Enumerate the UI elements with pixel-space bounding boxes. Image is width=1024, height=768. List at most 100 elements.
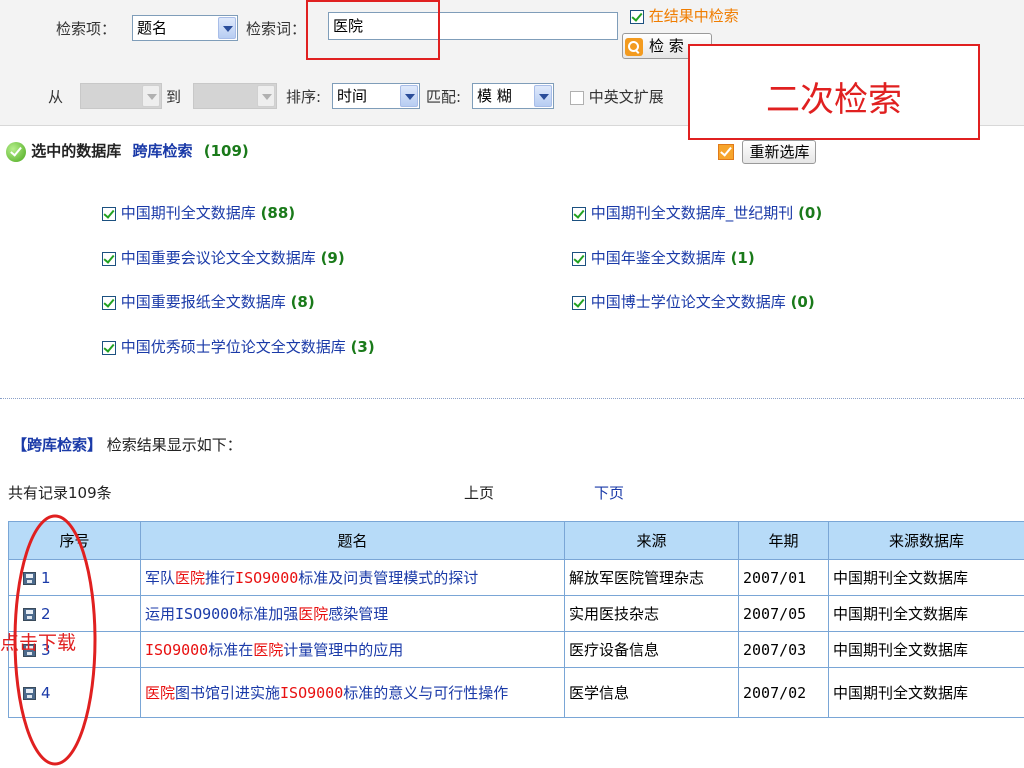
db-checkbox[interactable] xyxy=(102,340,116,355)
db-checkbox[interactable] xyxy=(102,251,116,266)
column-header-title[interactable]: 题名 xyxy=(140,521,565,560)
chevron-down-icon[interactable] xyxy=(400,85,418,107)
chevron-down-icon[interactable] xyxy=(142,85,160,107)
cell-issue: 2007/05 xyxy=(738,595,829,632)
cell-source: 实用医技杂志 xyxy=(564,595,739,632)
title-link[interactable]: ISO9000标准在医院计量管理中的应用 xyxy=(145,641,403,659)
cell-issue: 2007/02 xyxy=(738,667,829,718)
to-year-select[interactable] xyxy=(193,83,277,109)
in-results-checkbox[interactable] xyxy=(630,9,644,24)
results-body: 1 军队医院推行ISO9000标准及问责管理模式的探讨 解放军医院管理杂志 2007/… xyxy=(8,559,1024,718)
cn-en-option[interactable]: 中英文扩展 xyxy=(570,86,664,107)
column-header-source[interactable]: 来源 xyxy=(564,521,739,560)
db-total-count: (109) xyxy=(203,142,249,160)
cell-title[interactable]: 运用ISO9000标准加强医院感染管理 xyxy=(140,595,565,632)
cell-source: 医学信息 xyxy=(564,667,739,718)
match-select-value: 模 糊 xyxy=(477,87,512,105)
field-select[interactable]: 题名 xyxy=(132,15,238,41)
db-item[interactable]: 中国期刊全文数据库 (88) xyxy=(102,202,295,223)
cell-title[interactable]: 医院图书馆引进实施ISO9000标准的意义与可行性操作 xyxy=(140,667,565,718)
title-segment: 推行 xyxy=(205,569,236,587)
highlight-term: ISO9000 xyxy=(145,641,209,659)
title-link[interactable]: 军队医院推行ISO9000标准及问责管理模式的探讨 xyxy=(145,569,478,587)
db-count: (8) xyxy=(290,293,315,311)
reselect-button[interactable]: 重新选库 xyxy=(742,140,817,164)
title-segment: 标准在 xyxy=(208,641,254,659)
db-checkbox[interactable] xyxy=(102,206,116,221)
results-heading-bracket: 【跨库检索】 xyxy=(12,436,103,454)
table-row: 1 军队医院推行ISO9000标准及问责管理模式的探讨 解放军医院管理杂志 2007/… xyxy=(8,559,1024,596)
db-checkbox[interactable] xyxy=(572,295,586,310)
title-segment: 标准加强 xyxy=(238,605,299,623)
match-label: 匹配: xyxy=(426,88,462,106)
highlight-term: 医院 xyxy=(175,569,206,587)
table-row: 4 医院图书馆引进实施ISO9000标准的意义与可行性操作 医学信息 2007/02 中… xyxy=(8,667,1024,718)
in-results-label: 在结果中检索 xyxy=(648,7,739,25)
term-label: 检索词： xyxy=(246,20,307,38)
from-label: 从 xyxy=(48,88,64,106)
title-segment: 图书馆引进实施 xyxy=(175,684,281,702)
cell-title[interactable]: 军队医院推行ISO9000标准及问责管理模式的探讨 xyxy=(140,559,565,596)
sort-label: 排序: xyxy=(286,88,322,106)
title-segment: 军队 xyxy=(145,569,176,587)
cn-en-checkbox[interactable] xyxy=(570,90,584,105)
db-count: (0) xyxy=(798,204,823,222)
cross-search-link[interactable]: 跨库检索 xyxy=(132,142,192,160)
secondary-search-callout: 二次检索 xyxy=(688,44,980,140)
db-count: (88) xyxy=(260,204,296,222)
db-item[interactable]: 中国重要报纸全文数据库 (8) xyxy=(102,291,315,312)
db-name[interactable]: 中国重要报纸全文数据库 xyxy=(121,293,286,311)
db-name[interactable]: 中国重要会议论文全文数据库 xyxy=(121,249,316,267)
reselect-db[interactable]: 重新选库 xyxy=(718,140,817,164)
search-icon xyxy=(625,37,643,56)
db-count: (9) xyxy=(320,249,345,267)
results-heading-text: 检索结果显示如下： xyxy=(106,436,242,454)
column-header-issue[interactable]: 年期 xyxy=(738,521,829,560)
db-checkbox[interactable] xyxy=(572,251,586,266)
title-segment: 标准的意义与可行性操作 xyxy=(343,684,509,702)
db-name[interactable]: 中国期刊全文数据库 xyxy=(121,204,256,222)
db-name[interactable]: 中国博士学位论文全文数据库 xyxy=(591,293,786,311)
db-checkbox[interactable] xyxy=(572,206,586,221)
db-name[interactable]: 中国期刊全文数据库_世纪期刊 xyxy=(591,204,794,222)
table-row: 2 运用ISO9000标准加强医院感染管理 实用医技杂志 2007/05 中国期刊全文数… xyxy=(8,595,1024,632)
prev-page-link[interactable]: 上页 xyxy=(464,482,494,503)
click-download-text: 点击下载 xyxy=(0,632,77,654)
cell-source: 解放军医院管理杂志 xyxy=(564,559,739,596)
title-segment: 感染管理 xyxy=(328,605,389,623)
table-row: 3 ISO9000标准在医院计量管理中的应用 医疗设备信息 2007/03 中国期刊全文… xyxy=(8,631,1024,668)
term-highlight-box xyxy=(306,0,440,60)
db-name[interactable]: 中国年鉴全文数据库 xyxy=(591,249,726,267)
chevron-down-icon[interactable] xyxy=(218,17,236,39)
cell-source: 医疗设备信息 xyxy=(564,631,739,668)
highlight-term: 医院 xyxy=(145,684,176,702)
column-header-db[interactable]: 来源数据库 xyxy=(828,521,1024,560)
section-divider xyxy=(0,398,1024,399)
db-name[interactable]: 中国优秀硕士学位论文全文数据库 xyxy=(121,338,346,356)
checkmark-icon xyxy=(6,141,26,162)
from-year-select[interactable] xyxy=(80,83,162,109)
db-item[interactable]: 中国重要会议论文全文数据库 (9) xyxy=(102,247,345,268)
next-page-link[interactable]: 下页 xyxy=(594,482,624,503)
search-button-label: 检 索 xyxy=(649,37,684,55)
title-link[interactable]: 医院图书馆引进实施ISO9000标准的意义与可行性操作 xyxy=(145,684,508,702)
db-item[interactable]: 中国年鉴全文数据库 (1) xyxy=(572,247,755,268)
in-results-option[interactable]: 在结果中检索 xyxy=(630,5,739,26)
field-label: 检索项： xyxy=(56,20,117,38)
highlight-term: ISO9000 xyxy=(280,684,344,702)
db-item[interactable]: 中国期刊全文数据库_世纪期刊 (0) xyxy=(572,202,822,223)
db-item[interactable]: 中国博士学位论文全文数据库 (0) xyxy=(572,291,815,312)
db-checkbox[interactable] xyxy=(102,295,116,310)
cell-db: 中国期刊全文数据库 xyxy=(828,559,1024,596)
table-header-row: 序号 题名 来源 年期 来源数据库 xyxy=(8,521,1024,560)
sort-select[interactable]: 时间 xyxy=(332,83,420,109)
chevron-down-icon[interactable] xyxy=(257,85,275,107)
cell-title[interactable]: ISO9000标准在医院计量管理中的应用 xyxy=(140,631,565,668)
match-select[interactable]: 模 糊 xyxy=(472,83,554,109)
db-count: (3) xyxy=(350,338,375,356)
chevron-down-icon[interactable] xyxy=(534,85,552,107)
to-label: 到 xyxy=(166,88,182,106)
results-table: 序号 题名 来源 年期 来源数据库 1 军队医院推行ISO9000标准及问责管理模… xyxy=(8,521,1024,718)
title-link[interactable]: 运用ISO9000标准加强医院感染管理 xyxy=(145,605,388,623)
db-item[interactable]: 中国优秀硕士学位论文全文数据库 (3) xyxy=(102,336,375,357)
